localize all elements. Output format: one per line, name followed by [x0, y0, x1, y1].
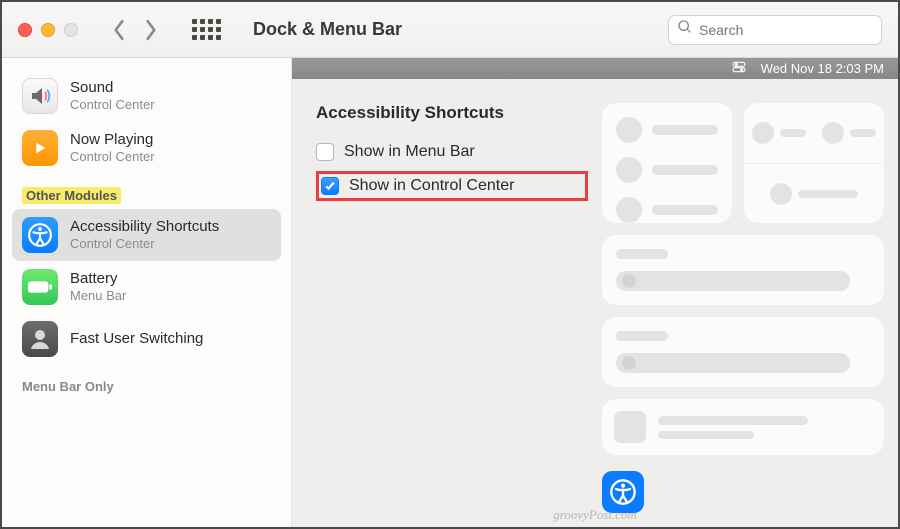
preferences-window: Dock & Menu Bar Sound Control Center: [0, 0, 900, 529]
option-label: Show in Control Center: [349, 177, 514, 195]
option-label: Show in Menu Bar: [344, 143, 475, 161]
show-all-button[interactable]: [192, 19, 221, 40]
menubar-datetime: Wed Nov 18 2:03 PM: [761, 61, 884, 76]
checkbox-menu-bar[interactable]: [316, 143, 334, 161]
sidebar: Sound Control Center Now Playing Control…: [2, 58, 292, 527]
window-controls: [18, 23, 78, 37]
sidebar-header-menubar-only: Menu Bar Only: [12, 365, 281, 400]
nav-arrows: [112, 19, 158, 41]
sidebar-item-battery[interactable]: Battery Menu Bar: [12, 261, 281, 313]
zoom-button[interactable]: [64, 23, 78, 37]
control-center-preview: [602, 103, 884, 513]
battery-icon: [22, 269, 58, 305]
search-input[interactable]: [699, 22, 873, 38]
sidebar-item-sublabel: Control Center: [70, 236, 219, 252]
checkbox-control-center[interactable]: [321, 177, 339, 195]
option-show-in-control-center[interactable]: Show in Control Center: [316, 171, 588, 201]
sound-icon: [22, 78, 58, 114]
sidebar-item-label: Battery: [70, 270, 126, 289]
accessibility-icon: [22, 217, 58, 253]
user-icon: [22, 321, 58, 357]
now-playing-icon: [22, 130, 58, 166]
preview-card-slider-2: [602, 317, 884, 387]
toolbar: Dock & Menu Bar: [2, 2, 898, 58]
back-button[interactable]: [112, 19, 126, 41]
sidebar-item-label: Accessibility Shortcuts: [70, 218, 219, 237]
sidebar-item-sublabel: Menu Bar: [70, 288, 126, 304]
sidebar-item-label: Now Playing: [70, 131, 155, 150]
sidebar-item-sublabel: Control Center: [70, 149, 155, 165]
settings-heading: Accessibility Shortcuts: [316, 103, 588, 123]
preview-card-media: [602, 399, 884, 455]
watermark: groovyPost.com: [553, 507, 637, 523]
control-center-menubar-icon: [731, 59, 747, 78]
sidebar-item-sound[interactable]: Sound Control Center: [12, 70, 281, 122]
sidebar-item-fast-user-switching[interactable]: Fast User Switching: [12, 313, 281, 365]
sidebar-item-sublabel: Control Center: [70, 97, 155, 113]
sidebar-header-other-modules: Other Modules: [12, 174, 281, 209]
preview-card-grid: [744, 103, 884, 223]
search-field[interactable]: [668, 15, 882, 45]
search-icon: [677, 19, 693, 40]
window-title: Dock & Menu Bar: [253, 19, 402, 40]
preview-card-toggles: [602, 103, 732, 223]
preview-card-slider-1: [602, 235, 884, 305]
sidebar-item-label: Sound: [70, 79, 155, 98]
main-panel: Wed Nov 18 2:03 PM Accessibility Shortcu…: [292, 58, 898, 527]
option-show-in-menu-bar[interactable]: Show in Menu Bar: [316, 143, 588, 161]
sidebar-item-label: Fast User Switching: [70, 330, 203, 349]
sidebar-item-now-playing[interactable]: Now Playing Control Center: [12, 122, 281, 174]
minimize-button[interactable]: [41, 23, 55, 37]
settings-pane: Accessibility Shortcuts Show in Menu Bar…: [316, 103, 588, 513]
sidebar-item-accessibility-shortcuts[interactable]: Accessibility Shortcuts Control Center: [12, 209, 281, 261]
close-button[interactable]: [18, 23, 32, 37]
forward-button[interactable]: [144, 19, 158, 41]
menubar-preview: Wed Nov 18 2:03 PM: [292, 58, 898, 79]
